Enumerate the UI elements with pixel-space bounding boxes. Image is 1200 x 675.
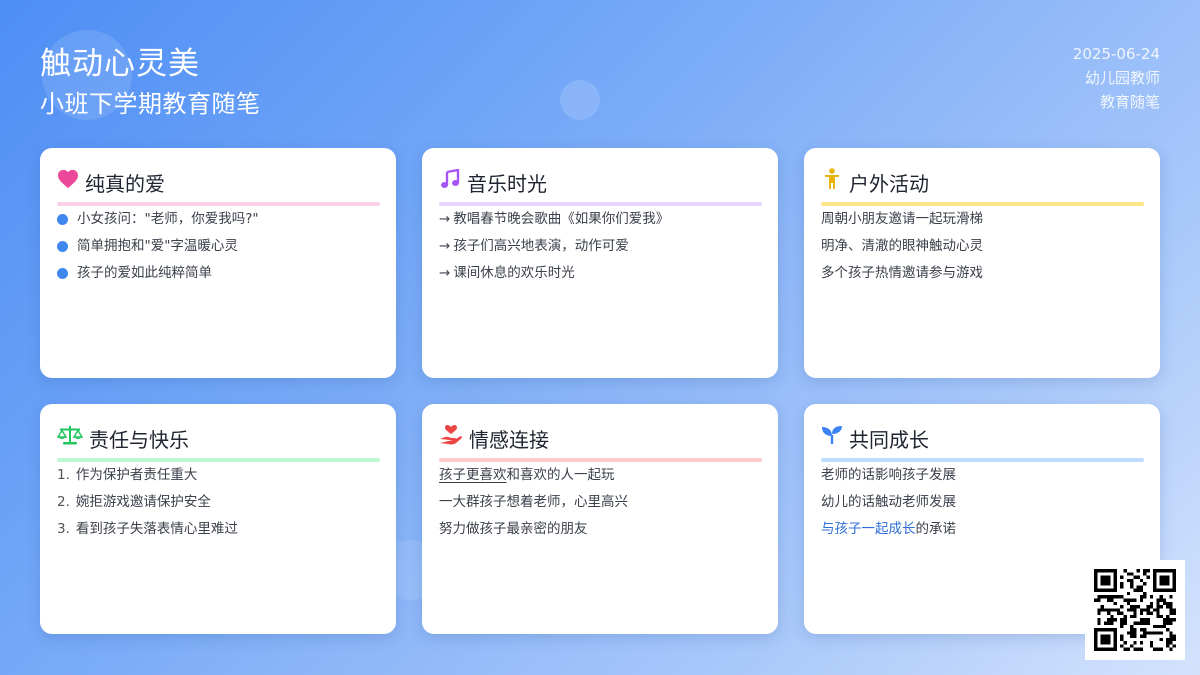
page-subtitle: 小班下学期教育随笔 [40,90,261,118]
card-title: 纯真的爱 [85,171,165,196]
card-list: 小女孩问："老师，你爱我吗?" 简单拥抱和"爱"字温暖心灵 孩子的爱如此纯粹简单 [57,206,380,287]
underlined-text: 孩子更喜欢 [439,467,507,483]
highlight-text: 与孩子一起成长 [821,521,916,537]
heart-icon [57,168,79,190]
seedling-icon [821,424,843,446]
card-outdoor-activity: 户外活动 周朝小朋友邀请一起玩滑梯 明净、清澈的眼神触动心灵 多个孩子热情邀请参… [804,148,1160,378]
card-header: 户外活动 [821,166,1144,206]
page-title: 触动心灵美 [40,46,200,82]
card-list: 孩子更喜欢 和喜欢的人一起玩 一大群孩子想着老师，心里高兴 努力做孩子最亲密的朋友 [439,462,762,543]
card-list: 1. 作为保护者责任重大 2. 婉拒游戏邀请保护安全 3. 看到孩子失落表情心里难过 [57,462,380,543]
card-responsibility-joy: 责任与快乐 1. 作为保护者责任重大 2. 婉拒游戏邀请保护安全 3. 看到孩子失落表… [40,404,396,634]
meta-author: 幼儿园教师 [1084,69,1160,87]
list-item: 努力做孩子最亲密的朋友 [439,521,588,537]
card-list: 周朝小朋友邀请一起玩滑梯 明净、清澈的眼神触动心灵 多个孩子热情邀请参与游戏 [821,206,1144,287]
card-header: 纯真的爱 [57,166,380,206]
title-underline [439,202,762,206]
card-title: 情感连接 [469,427,549,452]
card-title: 音乐时光 [467,171,547,196]
list-item: 3. 看到孩子失落表情心里难过 [57,521,238,537]
card-title: 责任与快乐 [89,427,189,452]
title-underline [57,202,380,206]
card-list: 老师的话影响孩子发展 幼儿的话触动老师发展 与孩子一起成长 的承诺 [821,462,1144,543]
bullet-dot [57,241,68,252]
card-title: 户外活动 [849,171,929,196]
music-note-icon [439,168,461,190]
list-item: 明净、清澈的眼神触动心灵 [821,238,983,254]
decor-bubble [560,80,600,120]
card-header: 责任与快乐 [57,422,380,462]
card-header: 共同成长 [821,422,1144,462]
qr-code [1085,560,1185,660]
list-item: 简单拥抱和"爱"字温暖心灵 [57,233,380,260]
list-item: 孩子更喜欢 和喜欢的人一起玩 [439,462,762,489]
meta-info: 2025-06-24 幼儿园教师 教育随笔 [1073,42,1160,114]
card-list: → 教唱春节晚会歌曲《如果你们爱我》 → 孩子们高兴地表演，动作可爱 → 课间休息的欢… [439,206,762,287]
card-pure-love: 纯真的爱 小女孩问："老师，你爱我吗?" 简单拥抱和"爱"字温暖心灵 孩子的爱如… [40,148,396,378]
list-item: 2. 婉拒游戏邀请保护安全 [57,494,211,510]
card-emotional-connection: 情感连接 孩子更喜欢 和喜欢的人一起玩 一大群孩子想着老师，心里高兴 努力做孩子最… [422,404,778,634]
title-underline [821,458,1144,462]
list-item: 孩子的爱如此纯粹简单 [57,260,380,287]
title-underline [821,202,1144,206]
list-item: 一大群孩子想着老师，心里高兴 [439,494,628,510]
list-item: → 课间休息的欢乐时光 [439,265,575,281]
balance-scale-icon [57,424,83,446]
card-music-time: 音乐时光 → 教唱春节晚会歌曲《如果你们爱我》 → 孩子们高兴地表演，动作可爱 → 课… [422,148,778,378]
list-item: 老师的话影响孩子发展 [821,467,956,483]
list-item: 1. 作为保护者责任重大 [57,467,198,483]
list-item: 小女孩问："老师，你爱我吗?" [57,206,380,233]
child-icon [821,168,843,190]
meta-date: 2025-06-24 [1072,45,1160,63]
title-underline [439,458,762,462]
list-item: 与孩子一起成长 的承诺 [821,516,1144,543]
card-header: 音乐时光 [439,166,762,206]
hand-heart-icon [439,424,463,446]
list-item: 周朝小朋友邀请一起玩滑梯 [821,211,983,227]
card-header: 情感连接 [439,422,762,462]
title-underline [57,458,380,462]
bullet-dot [57,268,68,279]
list-item: → 教唱春节晚会歌曲《如果你们爱我》 [439,211,670,227]
meta-category: 教育随笔 [1099,93,1160,111]
list-item: 多个孩子热情邀请参与游戏 [821,265,983,281]
card-title: 共同成长 [849,427,929,452]
list-item: → 孩子们高兴地表演，动作可爱 [439,238,629,254]
list-item: 幼儿的话触动老师发展 [821,494,956,510]
bullet-dot [57,214,68,225]
